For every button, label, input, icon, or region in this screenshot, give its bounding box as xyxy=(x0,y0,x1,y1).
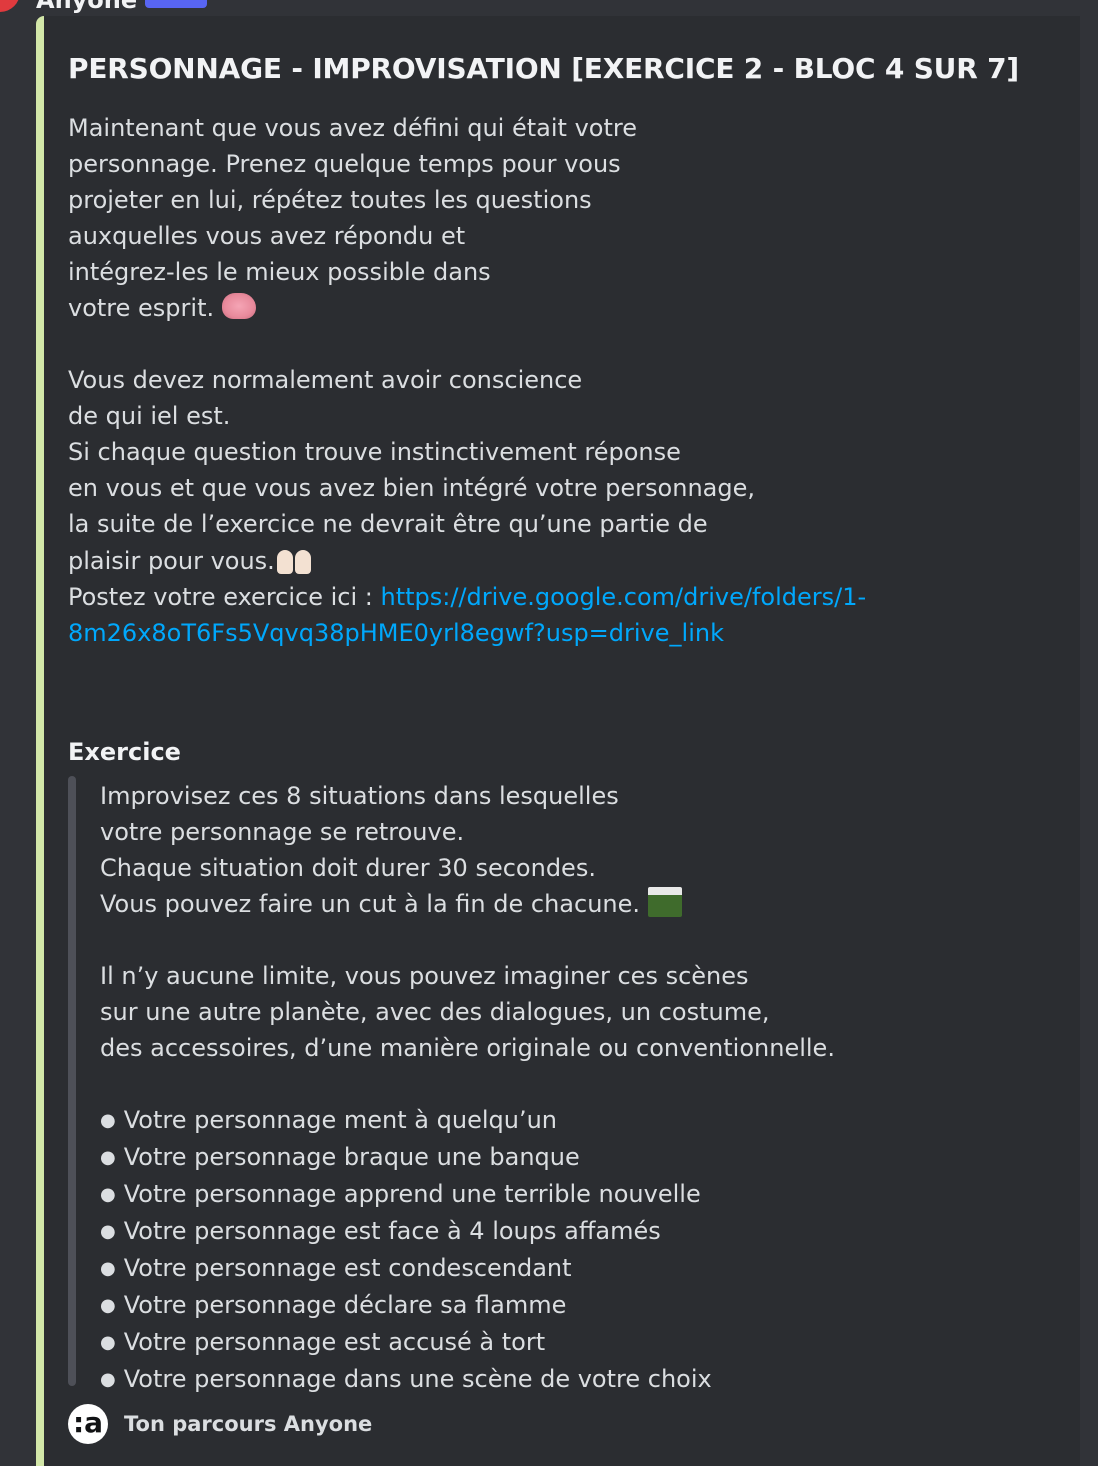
message-header-partial: Anyone xyxy=(0,0,1098,14)
description-line: de qui iel est. xyxy=(68,402,231,430)
description-line: intégrez-les le mieux possible dans xyxy=(68,258,491,286)
description-line: plaisir pour vous. xyxy=(68,542,1048,579)
blockquote-bar xyxy=(68,776,76,1386)
app-badge xyxy=(145,0,208,8)
field-line: sur une autre planète, avec des dialogue… xyxy=(100,998,770,1026)
description-line: Maintenant que vous avez défini qui étai… xyxy=(68,114,637,142)
field-line: Improvisez ces 8 situations dans lesquel… xyxy=(100,782,619,810)
message-embed: PERSONNAGE - IMPROVISATION [EXERCICE 2 -… xyxy=(36,16,1080,1466)
field-value-block: Improvisez ces 8 situations dans lesquel… xyxy=(68,774,1048,1393)
embed-title: PERSONNAGE - IMPROVISATION [EXERCICE 2 -… xyxy=(68,52,1020,85)
description-line: en vous et que vous avez bien intégré vo… xyxy=(68,474,755,502)
description-line: la suite de l’exercice ne devrait être q… xyxy=(68,510,708,538)
list-item: Votre personnage ment à quelqu’un xyxy=(100,1102,1040,1139)
author-name[interactable]: Anyone xyxy=(36,0,208,14)
field-line: votre personnage se retrouve. xyxy=(100,818,465,846)
field-value: Improvisez ces 8 situations dans lesquel… xyxy=(100,778,1040,1398)
list-item: Votre personnage est accusé à tort xyxy=(100,1324,1040,1361)
field-line: Il n’y aucune limite, vous pouvez imagin… xyxy=(100,962,749,990)
field-line: Chaque situation doit durer 30 secondes. xyxy=(100,854,596,882)
embed-footer: :a Ton parcours Anyone xyxy=(68,1404,372,1444)
description-line: Si chaque question trouve instinctivemen… xyxy=(68,438,681,466)
author-avatar[interactable] xyxy=(0,0,20,12)
footer-text: Ton parcours Anyone xyxy=(124,1412,373,1436)
description-line: Vous devez normalement avoir conscience xyxy=(68,366,583,394)
situations-list: Votre personnage ment à quelqu’un Votre … xyxy=(100,1102,1040,1398)
drive-link-continued[interactable]: 8m26x8oT6Fs5Vqvq38pHME0yrl8egwf?usp=driv… xyxy=(68,619,724,647)
list-item: Votre personnage dans une scène de votre… xyxy=(100,1361,1040,1398)
field-line: Vous pouvez faire un cut à la fin de cha… xyxy=(100,886,1040,922)
description-line: projeter en lui, répétez toutes les ques… xyxy=(68,186,592,214)
post-line: 8m26x8oT6Fs5Vqvq38pHME0yrl8egwf?usp=driv… xyxy=(68,615,1048,651)
clapper-board-icon xyxy=(647,887,682,917)
list-item: Votre personnage est condescendant xyxy=(100,1250,1040,1287)
post-line: Postez votre exercice ici : https://driv… xyxy=(68,583,867,611)
description-line: auxquelles vous avez répondu et xyxy=(68,222,466,250)
list-item: Votre personnage braque une banque xyxy=(100,1139,1040,1176)
description-line: votre esprit. xyxy=(68,290,1048,326)
raised-hands-emoji-icon xyxy=(275,542,315,574)
list-item: Votre personnage déclare sa flamme xyxy=(100,1287,1040,1324)
field-name: Exercice xyxy=(68,738,181,766)
embed-description: Maintenant que vous avez défini qui étai… xyxy=(68,110,1048,651)
anyone-logo-icon: :a xyxy=(68,1404,108,1444)
description-line: personnage. Prenez quelque temps pour vo… xyxy=(68,150,621,178)
brain-emoji-icon xyxy=(221,293,256,319)
drive-link[interactable]: https://drive.google.com/drive/folders/1… xyxy=(380,583,866,611)
list-item: Votre personnage apprend une terrible no… xyxy=(100,1176,1040,1213)
list-item: Votre personnage est face à 4 loups affa… xyxy=(100,1213,1040,1250)
field-line: des accessoires, d’une manière originale… xyxy=(100,1034,835,1062)
